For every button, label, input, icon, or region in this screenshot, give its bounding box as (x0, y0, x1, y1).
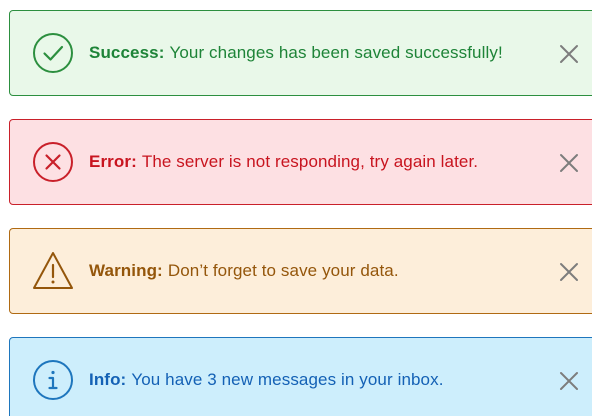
alert-text: The server is not responding, try again … (141, 152, 479, 171)
alert-info: Info: You have 3 new messages in your in… (9, 337, 592, 416)
alert-message: Success: Your changes has been saved suc… (89, 11, 503, 95)
alert-text: You have 3 new messages in your inbox. (131, 370, 444, 389)
warning-triangle-icon (33, 252, 73, 289)
close-icon (560, 45, 578, 63)
alert-text: Don’t forget to save your data. (167, 261, 399, 280)
alert-stack: Success: Your changes has been saved suc… (0, 0, 592, 416)
check-circle-icon (33, 33, 73, 73)
alert-message: Warning: Don’t forget to save your data. (89, 229, 399, 313)
close-icon (560, 154, 578, 172)
alert-message: Info: You have 3 new messages in your in… (89, 338, 444, 416)
alert-success: Success: Your changes has been saved suc… (9, 10, 592, 96)
close-button[interactable] (558, 261, 580, 283)
close-icon (560, 263, 578, 281)
info-circle-icon (33, 360, 73, 400)
x-circle-icon (33, 142, 73, 182)
alert-label: Info: (89, 370, 127, 389)
close-button[interactable] (558, 43, 580, 65)
close-button[interactable] (558, 370, 580, 392)
close-button[interactable] (558, 152, 580, 174)
close-icon (560, 372, 578, 390)
alert-text: Your changes has been saved successfully… (169, 43, 503, 62)
alert-error: Error: The server is not responding, try… (9, 119, 592, 205)
alert-warning: Warning: Don’t forget to save your data. (9, 228, 592, 314)
alert-label: Error: (89, 152, 137, 171)
alert-label: Success: (89, 43, 165, 62)
alert-message: Error: The server is not responding, try… (89, 120, 478, 204)
alert-label: Warning: (89, 261, 163, 280)
